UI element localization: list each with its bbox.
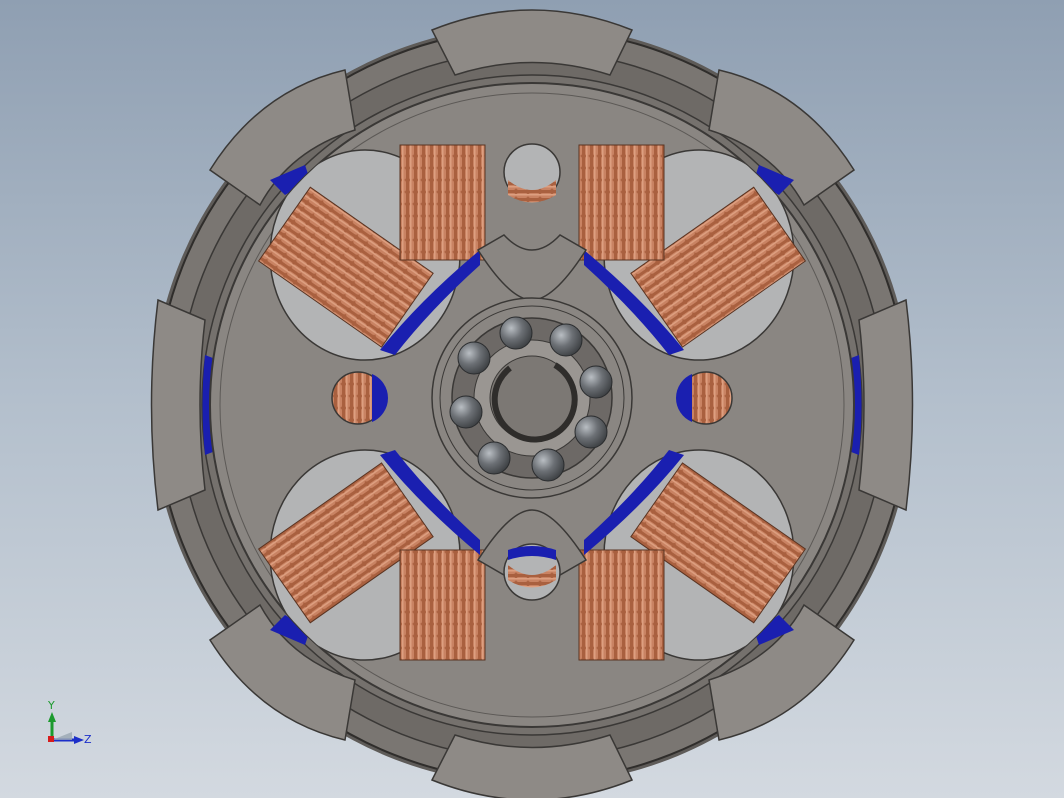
- triad-axes: [48, 712, 84, 744]
- coordinate-triad: Y Z: [38, 698, 98, 758]
- bearing-hub: [431, 297, 633, 499]
- axis-label-z: Z: [84, 733, 92, 746]
- axis-label-y: Y: [48, 699, 55, 712]
- cad-viewport[interactable]: Y Z: [0, 0, 1064, 798]
- motor-model-view[interactable]: [0, 0, 1064, 798]
